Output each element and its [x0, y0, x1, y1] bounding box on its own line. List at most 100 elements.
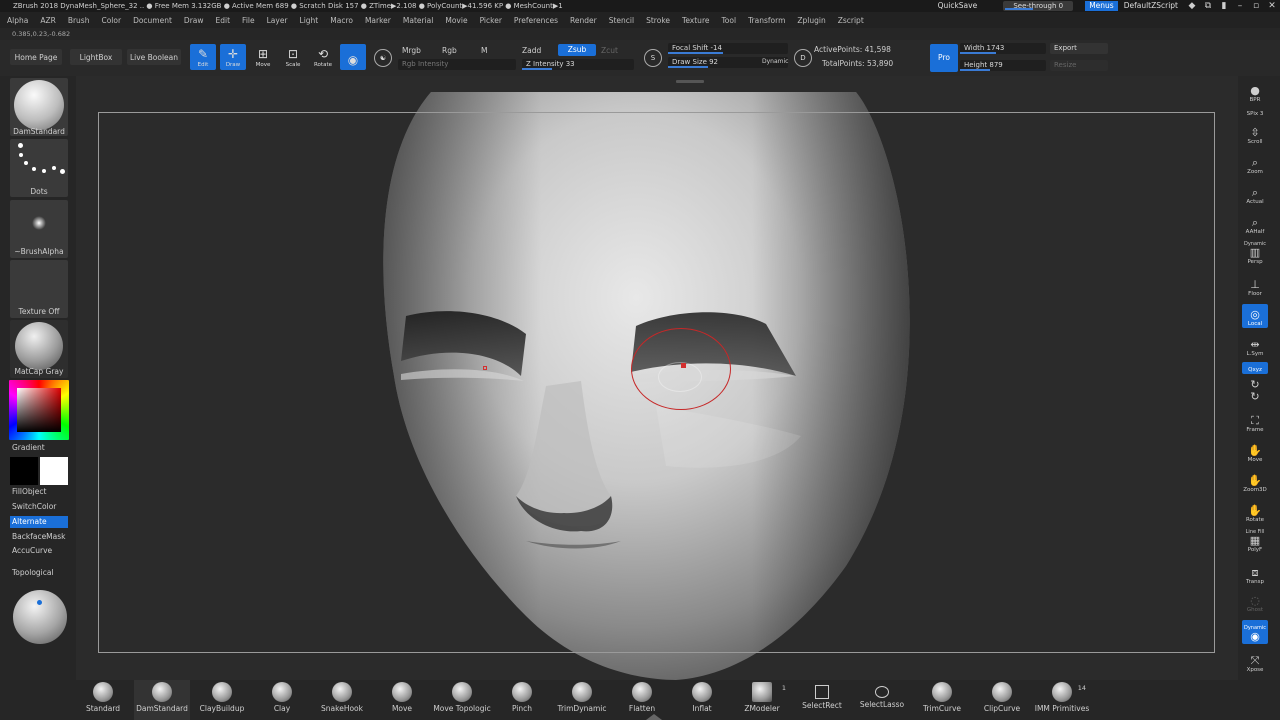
- canvas-top-handle[interactable]: [676, 80, 704, 83]
- menus-button[interactable]: Menus: [1085, 1, 1118, 11]
- height-slider[interactable]: Height 879: [960, 60, 1046, 71]
- help-icon[interactable]: ◆: [1184, 1, 1200, 11]
- aahalf-button[interactable]: ⌕ AAHalf: [1242, 212, 1268, 236]
- menu-azr[interactable]: AZR: [40, 16, 55, 25]
- xpose-button[interactable]: ⤧ Xpose: [1242, 650, 1268, 674]
- brush-zmodeler[interactable]: ZModeler 1: [734, 680, 790, 720]
- solo-button[interactable]: Dynamic ◉: [1242, 620, 1268, 644]
- menu-stencil[interactable]: Stencil: [609, 16, 634, 25]
- transp-button[interactable]: ⧈ Transp: [1242, 562, 1268, 586]
- maximize-icon[interactable]: ▫: [1248, 1, 1264, 11]
- default-zscript-button[interactable]: DefaultZScript: [1118, 0, 1184, 12]
- document-canvas[interactable]: [76, 76, 1238, 680]
- menu-file[interactable]: File: [242, 16, 255, 25]
- actual-button[interactable]: ⌕ Actual: [1242, 182, 1268, 206]
- brush-damstandard[interactable]: DamStandard: [134, 680, 190, 720]
- minimize-icon[interactable]: –: [1232, 1, 1248, 11]
- menu-preferences[interactable]: Preferences: [514, 16, 558, 25]
- brush-clipcurve[interactable]: ClipCurve: [974, 680, 1030, 720]
- brush-claybuildup[interactable]: ClayBuildup: [194, 680, 250, 720]
- scale-mode-button[interactable]: ⊡ Scale: [280, 44, 306, 70]
- zadd-button[interactable]: Zadd: [522, 46, 541, 55]
- zoom3d-button[interactable]: ✋ Zoom3D: [1242, 470, 1268, 494]
- brush-inflat[interactable]: Inflat: [674, 680, 730, 720]
- draw-mode-button[interactable]: ✛ Draw: [220, 44, 246, 70]
- menu-picker[interactable]: Picker: [480, 16, 502, 25]
- quicksave-button[interactable]: QuickSave: [932, 0, 984, 12]
- persp-button[interactable]: Dynamic ▥ Persp: [1242, 241, 1268, 266]
- move-mode-button[interactable]: ⊞ Move: [250, 44, 276, 70]
- rgb-button[interactable]: Rgb: [442, 46, 457, 55]
- gizmo-sphere-icon[interactable]: [13, 590, 67, 644]
- rotation-axis-icons[interactable]: ↻ ↻: [1242, 376, 1268, 404]
- zcut-button[interactable]: Zcut: [601, 46, 618, 55]
- polyf-button[interactable]: Line Fill ▦ PolyF: [1242, 529, 1268, 554]
- brush-selectlasso[interactable]: SelectLasso: [854, 680, 910, 720]
- rgb-intensity-slider[interactable]: Rgb Intensity: [398, 59, 516, 70]
- edit-mode-button[interactable]: ✎ Edit: [190, 44, 216, 70]
- rotate-view-button[interactable]: ✋ Rotate: [1242, 500, 1268, 524]
- menu-render[interactable]: Render: [570, 16, 597, 25]
- brush-imm-primitives[interactable]: IMM Primitives 14: [1034, 680, 1090, 720]
- menu-texture[interactable]: Texture: [682, 16, 709, 25]
- brush-flatten[interactable]: Flatten: [614, 680, 670, 720]
- menu-macro[interactable]: Macro: [330, 16, 353, 25]
- menu-layer[interactable]: Layer: [267, 16, 288, 25]
- export-button[interactable]: Export: [1050, 43, 1108, 54]
- menu-zscript[interactable]: Zscript: [838, 16, 864, 25]
- color-picker[interactable]: [9, 380, 69, 440]
- sculpt-mode-button[interactable]: ◉: [340, 44, 366, 70]
- menu-material[interactable]: Material: [403, 16, 433, 25]
- brush-move-topological[interactable]: Move Topologic: [433, 680, 491, 720]
- accucurve-button[interactable]: AccuCurve: [10, 545, 68, 557]
- zsub-button[interactable]: Zsub: [558, 44, 596, 56]
- frame-button[interactable]: ⛶ Frame: [1242, 410, 1268, 434]
- m-button[interactable]: M: [481, 46, 487, 55]
- lock-icon[interactable]: ▮: [1216, 1, 1232, 11]
- rotate-mode-button[interactable]: ⟲ Rotate: [310, 44, 336, 70]
- brush-move[interactable]: Move: [374, 680, 430, 720]
- lsym-button[interactable]: ⇹ L.Sym: [1242, 334, 1268, 358]
- menu-brush[interactable]: Brush: [68, 16, 90, 25]
- menu-movie[interactable]: Movie: [445, 16, 467, 25]
- menu-draw[interactable]: Draw: [184, 16, 204, 25]
- brush-standard[interactable]: Standard: [75, 680, 131, 720]
- mrgb-button[interactable]: Mrgb: [402, 46, 421, 55]
- menu-tool[interactable]: Tool: [721, 16, 736, 25]
- menu-stroke[interactable]: Stroke: [646, 16, 670, 25]
- pro-button[interactable]: Pro: [930, 44, 958, 72]
- live-boolean-button[interactable]: Live Boolean: [127, 49, 181, 65]
- primary-color-swatch[interactable]: [10, 457, 38, 485]
- alternate-button[interactable]: Alternate: [10, 516, 68, 528]
- brush-trimdynamic[interactable]: TrimDynamic: [554, 680, 610, 720]
- menu-color[interactable]: Color: [101, 16, 121, 25]
- topological-button[interactable]: Topological: [10, 567, 68, 579]
- menu-transform[interactable]: Transform: [748, 16, 785, 25]
- menu-marker[interactable]: Marker: [365, 16, 391, 25]
- brush-selectrect[interactable]: SelectRect: [794, 680, 850, 720]
- focal-icon[interactable]: S: [644, 49, 662, 67]
- bpr-button[interactable]: ● BPR: [1242, 80, 1268, 104]
- spix-slider[interactable]: SPix 3: [1242, 106, 1268, 118]
- fill-object-button[interactable]: FillObject: [10, 486, 68, 498]
- z-intensity-slider[interactable]: Z Intensity 33: [522, 59, 634, 70]
- home-page-button[interactable]: Home Page: [10, 49, 62, 65]
- brush-snakehook[interactable]: SnakeHook: [314, 680, 370, 720]
- lightbox-button[interactable]: LightBox: [70, 49, 122, 65]
- width-slider[interactable]: Width 1743: [960, 43, 1046, 54]
- menu-zplugin[interactable]: Zplugin: [797, 16, 825, 25]
- floor-button[interactable]: ⊥ Floor: [1242, 274, 1268, 298]
- close-icon[interactable]: ✕: [1264, 1, 1280, 11]
- brush-clay[interactable]: Clay: [254, 680, 310, 720]
- focal-shift-slider[interactable]: Focal Shift -14: [668, 43, 788, 54]
- brush-pinch[interactable]: Pinch: [494, 680, 550, 720]
- see-through-slider[interactable]: See-through 0: [1003, 1, 1074, 11]
- dynamic-toggle[interactable]: Dynamic: [762, 58, 788, 65]
- ghost-button[interactable]: ◌ Ghost: [1242, 590, 1268, 614]
- yinyang-icon[interactable]: ☯: [374, 49, 392, 67]
- menu-alpha[interactable]: Alpha: [7, 16, 28, 25]
- xyz-button[interactable]: Qxyz: [1242, 362, 1268, 374]
- resize-button[interactable]: Resize: [1050, 60, 1108, 71]
- scroll-button[interactable]: ⇳ Scroll: [1242, 122, 1268, 146]
- local-button[interactable]: ◎ Local: [1242, 304, 1268, 328]
